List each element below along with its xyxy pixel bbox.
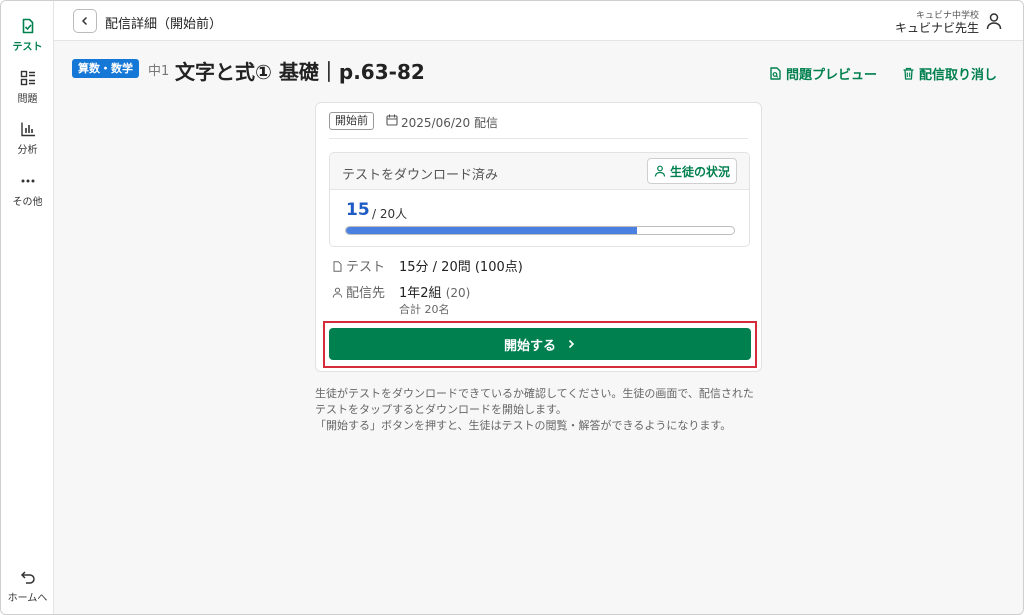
test-value: 15分 / 20問 (100点) bbox=[399, 260, 523, 275]
sidebar-item-more[interactable]: その他 bbox=[1, 173, 54, 217]
total-students: / 20人 bbox=[372, 207, 408, 221]
problems-icon bbox=[20, 70, 35, 86]
person-icon bbox=[332, 287, 343, 298]
destination-value: 1年2組 (20) bbox=[399, 282, 470, 301]
start-button[interactable]: 開始する bbox=[329, 328, 751, 360]
sidebar: テスト 問題 分析 その他 ホームへ bbox=[1, 1, 54, 614]
status-badge: 開始前 bbox=[329, 112, 374, 130]
page-header-title: 配信詳細（開始前） bbox=[105, 17, 223, 32]
destination-class: 1年2組 bbox=[399, 286, 442, 301]
preview-label: 問題プレビュー bbox=[786, 68, 878, 83]
download-status-header: テストをダウンロード済み 生徒の状況 bbox=[330, 153, 749, 190]
note-line: 生徒がテストをダウンロードできているか確認してください。生徒の画面で、配信された bbox=[315, 387, 754, 400]
sidebar-item-label: その他 bbox=[12, 197, 43, 208]
sidebar-home-label: ホームへ bbox=[7, 593, 48, 604]
download-progress-fill bbox=[346, 227, 637, 234]
note-line: テストをタップするとダウンロードを開始します。 bbox=[315, 403, 567, 416]
more-icon bbox=[21, 179, 34, 183]
analytics-icon bbox=[20, 122, 35, 137]
sidebar-item-home[interactable]: ホームへ bbox=[1, 569, 54, 613]
test-label: テスト bbox=[346, 260, 386, 275]
sidebar-item-label: 分析 bbox=[17, 145, 38, 156]
subject-badge: 算数・数学 bbox=[72, 59, 139, 78]
student-status-button[interactable]: 生徒の状況 bbox=[646, 158, 737, 184]
divider bbox=[329, 138, 748, 139]
document-preview-icon bbox=[770, 67, 781, 80]
student-status-label: 生徒の状況 bbox=[669, 164, 730, 179]
destination-count: (20) bbox=[445, 286, 471, 300]
page-title: 文字と式① 基礎｜p.63-82 bbox=[175, 60, 425, 84]
sidebar-item-analytics[interactable]: 分析 bbox=[1, 121, 54, 165]
download-label: テストをダウンロード済み bbox=[342, 168, 499, 183]
trash-icon bbox=[903, 67, 914, 80]
teacher-name: キュビナビ先生 bbox=[894, 21, 979, 35]
sidebar-item-problems[interactable]: 問題 bbox=[1, 70, 54, 114]
delivery-card: 開始前 2025/06/20 配信 テストをダウンロード済み 生徒の状況 15 … bbox=[315, 102, 762, 372]
chevron-right-icon bbox=[568, 339, 575, 349]
destination-label: 配信先 bbox=[346, 286, 386, 301]
destination-info-row: 配信先 1年2組 (20) bbox=[332, 282, 470, 301]
destination-total: 合計 20名 bbox=[399, 303, 450, 316]
download-progress-bar bbox=[345, 226, 735, 235]
start-button-label: 開始する bbox=[503, 338, 556, 354]
preview-button[interactable]: 問題プレビュー bbox=[769, 64, 877, 83]
sidebar-item-label: 問題 bbox=[17, 94, 38, 105]
test-check-icon bbox=[22, 18, 33, 34]
test-info-row: テスト 15分 / 20問 (100点) bbox=[332, 256, 523, 275]
sidebar-item-label: テスト bbox=[12, 42, 43, 53]
cancel-delivery-button[interactable]: 配信取り消し bbox=[902, 64, 997, 83]
person-icon bbox=[654, 165, 666, 177]
instruction-note: 生徒がテストをダウンロードできているか確認してください。生徒の画面で、配信された… bbox=[315, 386, 775, 434]
back-arrow-icon bbox=[20, 571, 35, 584]
cancel-label: 配信取り消し bbox=[919, 68, 998, 83]
calendar-icon bbox=[386, 114, 398, 126]
document-icon bbox=[333, 261, 342, 272]
start-button-highlight: 開始する bbox=[323, 321, 757, 368]
grade-label: 中1 bbox=[148, 64, 170, 79]
download-status-box: テストをダウンロード済み 生徒の状況 15 / 20人 bbox=[329, 152, 750, 247]
delivery-date: 2025/06/20 配信 bbox=[401, 116, 498, 130]
back-button[interactable] bbox=[73, 9, 97, 33]
header: 配信詳細（開始前） キュビナ中学校 キュビナビ先生 bbox=[54, 1, 1023, 41]
downloaded-count: 15 bbox=[346, 200, 370, 220]
sidebar-item-test[interactable]: テスト bbox=[1, 18, 54, 62]
app-window: テスト 問題 分析 その他 ホームへ 配信詳細（開始前） キュビナ中学校 キュビ… bbox=[0, 0, 1024, 615]
user-icon[interactable] bbox=[985, 12, 1003, 30]
note-line: 「開始する」ボタンを押すと、生徒はテストの閲覧・解答ができるようになります。 bbox=[315, 419, 732, 432]
chevron-left-icon bbox=[81, 16, 88, 26]
